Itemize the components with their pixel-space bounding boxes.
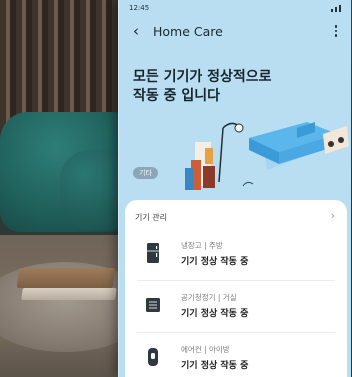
- signal-icon: [331, 4, 341, 12]
- device-management-card: 기기 관리 › 냉장고 | 주방 기기 정상 작동 중 공기청정기 | 거실 기…: [125, 200, 347, 377]
- device-row[interactable]: 에어컨 | 아이방 기기 정상 작동 중: [125, 336, 347, 377]
- headline-line-2: 작동 중 입니다: [133, 88, 221, 104]
- card-title: 기기 관리: [135, 213, 167, 222]
- app-bar: ‹ Home Care: [119, 16, 351, 46]
- device-location: 공기청정기 | 거실: [181, 293, 237, 302]
- device-location: 냉장고 | 주방: [181, 241, 223, 250]
- headline-line-1: 모든 기기가 정상적으로: [133, 69, 272, 85]
- status-headline: 모든 기기가 정상적으로 작동 중 입니다: [133, 68, 333, 106]
- device-status: 기기 정상 작동 중: [181, 309, 249, 319]
- air-conditioner-icon: [148, 348, 158, 366]
- air-purifier-icon: [146, 298, 160, 312]
- page-title: Home Care: [153, 24, 223, 39]
- phone-screen: 12:45 ‹ Home Care 모든 기기가 정상적으로 작동 중 입니다 …: [118, 0, 351, 377]
- book: [21, 288, 117, 300]
- back-arrow-icon[interactable]: ‹: [128, 23, 144, 39]
- book: [16, 268, 116, 288]
- more-options-icon[interactable]: [331, 22, 341, 40]
- chevron-right-icon[interactable]: ›: [331, 209, 335, 222]
- refrigerator-icon: [147, 243, 159, 263]
- status-time: 12:45: [129, 4, 150, 12]
- device-row[interactable]: 냉장고 | 주방 기기 정상 작동 중: [125, 232, 347, 280]
- device-status: 기기 정상 작동 중: [181, 361, 249, 371]
- status-bar: 12:45: [119, 0, 351, 16]
- room-illustration: [185, 122, 349, 190]
- device-row[interactable]: 공기청정기 | 거실 기기 정상 작동 중: [125, 284, 347, 332]
- device-location: 에어컨 | 아이방: [181, 345, 230, 354]
- hero-badge: 기타: [133, 167, 158, 179]
- device-status: 기기 정상 작동 중: [181, 257, 249, 267]
